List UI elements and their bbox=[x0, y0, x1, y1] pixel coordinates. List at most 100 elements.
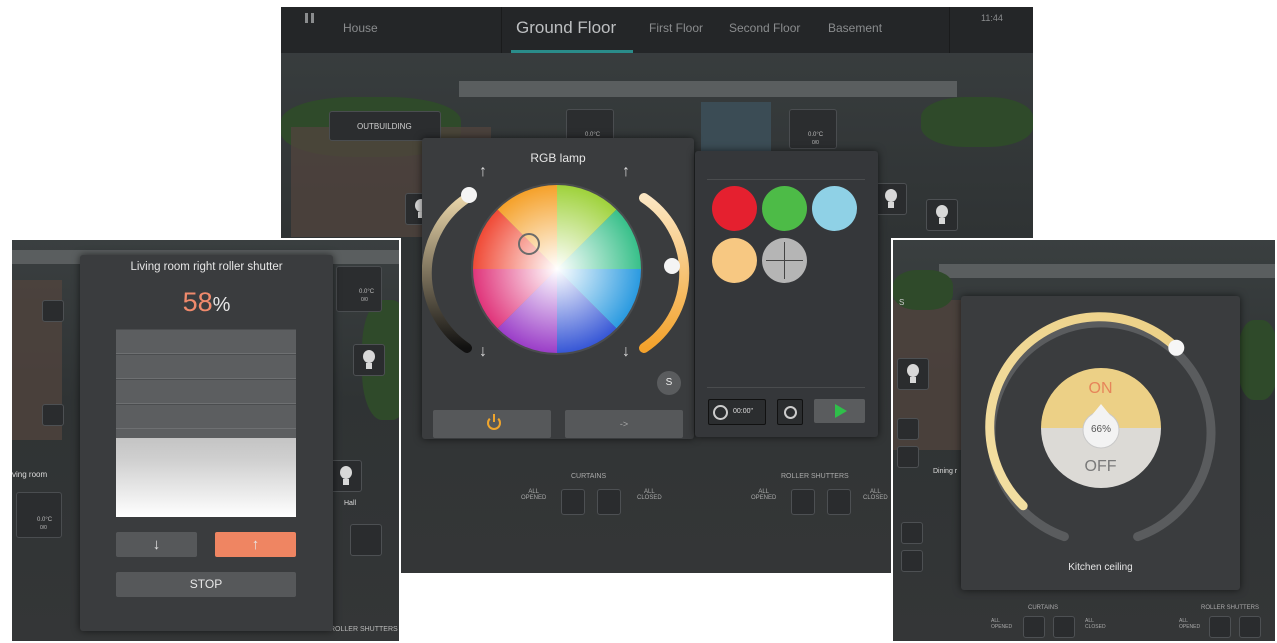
tile-temp: 0.0°C bbox=[359, 289, 375, 295]
shutter-visual[interactable] bbox=[116, 329, 296, 517]
tab-ground-floor[interactable]: Ground Floor bbox=[516, 18, 616, 38]
right-screen: S Dining r CURTAINS ALL OPENED ALL CLOSE… bbox=[891, 238, 1277, 643]
color-presets-panel: 00:00" bbox=[695, 151, 878, 437]
nav-divider bbox=[501, 7, 502, 53]
room-temp: 0.0°C bbox=[37, 517, 53, 523]
color-preset-red[interactable] bbox=[712, 186, 757, 231]
top-nav: House Ground Floor First Floor Second Fl… bbox=[281, 7, 1033, 53]
rgb-wheel-svg bbox=[422, 183, 690, 355]
timer-value: 00:00" bbox=[733, 408, 754, 415]
side-label: S bbox=[899, 298, 905, 307]
curtains-title: CURTAINS bbox=[571, 473, 607, 480]
dimmer-panel: ON 66% OFF Kitchen ceiling bbox=[961, 296, 1240, 590]
curtains-all-closed: ALL CLOSED bbox=[637, 489, 662, 501]
curtains-open-button[interactable] bbox=[561, 489, 585, 515]
shutter-slat bbox=[116, 379, 296, 404]
shutter-down-button[interactable]: ↓ bbox=[116, 532, 197, 557]
room-temperature-tile[interactable]: 0.0°C 0/0 bbox=[16, 492, 62, 538]
shutter-icon[interactable] bbox=[42, 404, 64, 426]
roller-shutters-title: ROLLER SHUTTERS bbox=[1201, 605, 1260, 611]
curtains-all-opened: ALL OPENED bbox=[991, 618, 1013, 630]
temperature-slider[interactable] bbox=[639, 193, 690, 353]
shutter-stop-button[interactable]: STOP bbox=[116, 572, 296, 597]
color-preset-orange[interactable] bbox=[712, 238, 757, 283]
room-temp-sub: 0/0 bbox=[40, 525, 47, 531]
nav-divider bbox=[949, 7, 950, 53]
scene-icon[interactable] bbox=[350, 524, 382, 556]
room-label: ving room bbox=[12, 470, 48, 479]
repeat-button[interactable] bbox=[777, 399, 803, 425]
shutter-icon[interactable] bbox=[901, 550, 923, 572]
dimmer-percent: 66% bbox=[1090, 424, 1111, 435]
light-bulb-icon[interactable] bbox=[875, 183, 907, 215]
shutter-icon[interactable] bbox=[901, 522, 923, 544]
curtains-open-button[interactable] bbox=[1023, 616, 1045, 638]
timer-display[interactable]: 00:00" bbox=[708, 399, 766, 425]
shutters-close-button[interactable] bbox=[827, 489, 851, 515]
percent-unit: % bbox=[212, 294, 231, 316]
roller-shutter-panel: Living room right roller shutter 58% ↓ ↑… bbox=[80, 255, 333, 631]
shutters-open-button[interactable] bbox=[1209, 616, 1231, 638]
curtains-all-closed: ALL CLOSED bbox=[1085, 618, 1106, 630]
tab-first-floor[interactable]: First Floor bbox=[649, 21, 703, 35]
rgb-lamp-panel: RGB lamp ↑ ↑ ↓ ↓ S -> bbox=[422, 138, 694, 439]
left-screen: ving room 0.0°C 0/0 0.0°C 0/0 Hall ROLLE… bbox=[10, 238, 401, 643]
shutters-all-closed: ALL CLOSED bbox=[863, 489, 888, 501]
temperature-tile[interactable]: 0.0°C 0/0 bbox=[789, 109, 837, 149]
clock-time: 11:44 bbox=[981, 13, 1003, 23]
temperature-handle[interactable] bbox=[664, 258, 680, 274]
next-label: -> bbox=[619, 419, 629, 429]
tab-second-floor[interactable]: Second Floor bbox=[729, 21, 800, 35]
tab-house[interactable]: House bbox=[343, 21, 378, 35]
curtains-close-button[interactable] bbox=[1053, 616, 1075, 638]
side-room-label: Dining r bbox=[933, 468, 958, 475]
on-label: ON bbox=[1088, 380, 1113, 397]
color-preset-green[interactable] bbox=[762, 186, 807, 231]
repeat-icon bbox=[784, 406, 797, 419]
light-bulb-icon[interactable] bbox=[897, 358, 929, 390]
light-bulb-icon[interactable] bbox=[353, 344, 385, 376]
shutters-close-button[interactable] bbox=[1239, 616, 1261, 638]
temperature-tile[interactable]: 0.0°C 0/0 bbox=[336, 266, 382, 312]
off-label: OFF bbox=[1084, 458, 1117, 475]
s-button[interactable]: S bbox=[657, 371, 681, 395]
light-bulb-icon[interactable] bbox=[330, 460, 362, 492]
pause-icon[interactable] bbox=[305, 13, 314, 23]
curtains-title: CURTAINS bbox=[1028, 605, 1059, 611]
play-button[interactable] bbox=[814, 399, 865, 423]
dimmer-handle[interactable] bbox=[1168, 339, 1185, 356]
roller-shutters-title: ROLLER SHUTTERS bbox=[781, 473, 849, 480]
add-color-button[interactable] bbox=[762, 238, 807, 283]
panel-divider bbox=[707, 387, 865, 388]
play-icon bbox=[835, 404, 847, 418]
brightness-slider[interactable] bbox=[422, 193, 472, 353]
outbuilding-button[interactable]: OUTBUILDING bbox=[329, 111, 441, 141]
brightness-handle[interactable] bbox=[461, 187, 477, 203]
tile-temp: 0.0°C bbox=[808, 132, 824, 138]
tree bbox=[921, 97, 1033, 147]
shutter-slat bbox=[116, 354, 296, 379]
next-button[interactable]: -> bbox=[565, 410, 683, 438]
tile-temp-sub: 0/0 bbox=[812, 140, 819, 146]
shutter-icon[interactable] bbox=[42, 300, 64, 322]
curtains-close-button[interactable] bbox=[597, 489, 621, 515]
shutter-slats bbox=[116, 329, 296, 438]
shutters-all-opened: ALL OPENED bbox=[1179, 618, 1201, 630]
tab-basement[interactable]: Basement bbox=[828, 21, 882, 35]
outbuilding-label: OUTBUILDING bbox=[357, 122, 412, 131]
tile-temp-sub: 0/0 bbox=[361, 297, 368, 303]
power-button[interactable] bbox=[433, 410, 551, 438]
dimmer-name: Kitchen ceiling bbox=[1068, 562, 1133, 573]
color-preset-blue[interactable] bbox=[812, 186, 857, 231]
clock-icon bbox=[713, 405, 728, 420]
panel-divider bbox=[707, 179, 865, 180]
color-wheel[interactable] bbox=[471, 183, 643, 355]
light-bulb-icon[interactable] bbox=[926, 199, 958, 231]
shutter-icon[interactable] bbox=[897, 446, 919, 468]
shutter-icon[interactable] bbox=[897, 418, 919, 440]
shutter-percent: 58% bbox=[80, 287, 333, 318]
shutter-up-button[interactable]: ↑ bbox=[215, 532, 296, 557]
house-roof bbox=[939, 264, 1275, 278]
s-label: S bbox=[665, 377, 673, 388]
shutters-open-button[interactable] bbox=[791, 489, 815, 515]
